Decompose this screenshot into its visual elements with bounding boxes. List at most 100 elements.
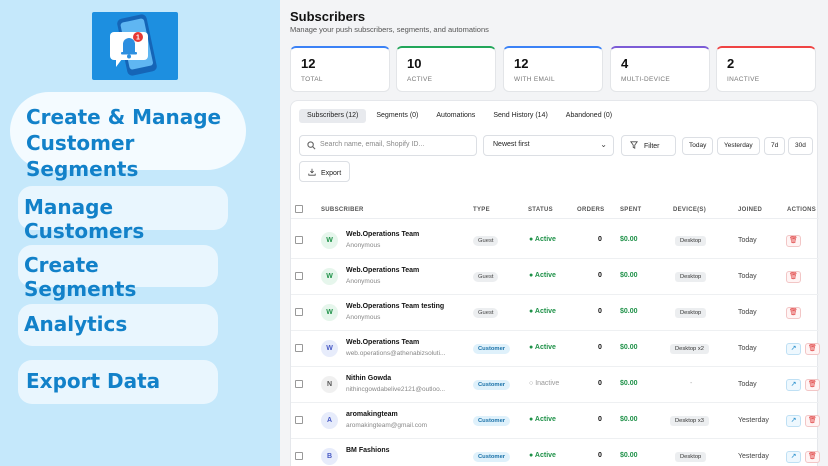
stat-active: 10 ACTIVE <box>396 46 496 92</box>
subscribers-card: Subscribers (12) Segments (0) Automation… <box>290 100 820 466</box>
joined-date: Yesterday <box>738 453 769 460</box>
range-yesterday-button[interactable]: Yesterday <box>717 137 760 155</box>
logo-badge-count: 1 <box>136 35 140 42</box>
page-title: Subscribers <box>290 9 366 24</box>
subscriber-detail: Anonymous <box>346 242 381 249</box>
delete-button[interactable]: 🗑 <box>786 235 801 247</box>
search-input[interactable]: Search name, email, Shopify ID... <box>299 135 477 156</box>
status-badge: ● Active <box>529 272 556 279</box>
status-badge: ● Active <box>529 344 556 351</box>
spent-amount: $0.00 <box>620 344 638 351</box>
row-checkbox[interactable] <box>295 344 303 352</box>
stat-value: 12 <box>301 56 316 71</box>
table-row[interactable]: W Web.Operations Team testing Anonymous … <box>291 295 819 331</box>
sort-value: Newest first <box>493 141 530 148</box>
delete-button[interactable]: 🗑 <box>805 343 820 355</box>
avatar: N <box>321 376 338 393</box>
delete-button[interactable]: 🗑 <box>805 415 820 427</box>
device-badge: Desktop <box>675 452 707 462</box>
select-all-checkbox[interactable] <box>295 205 303 213</box>
app-logo: 1 <box>92 12 178 80</box>
joined-date: Today <box>738 309 757 316</box>
promo-feature-create-segments: Create Segments <box>18 245 218 301</box>
joined-date: Today <box>738 273 757 280</box>
row-checkbox[interactable] <box>295 308 303 316</box>
stat-label: WITH EMAIL <box>514 76 555 83</box>
row-checkbox[interactable] <box>295 380 303 388</box>
open-link-button[interactable]: ↗ <box>786 379 801 391</box>
table-row[interactable]: A aromakingteam aromakingteam@gmail.com … <box>291 403 820 439</box>
spent-amount: $0.00 <box>620 308 638 315</box>
range-7d-button[interactable]: 7d <box>764 137 786 155</box>
filter-button[interactable]: Filter <box>621 135 676 156</box>
status-text: Active <box>534 344 556 351</box>
table-row[interactable]: W Web.Operations Team Anonymous Guest ● … <box>291 223 819 259</box>
delete-button[interactable]: 🗑 <box>786 271 801 283</box>
open-link-button[interactable]: ↗ <box>786 451 801 463</box>
download-icon <box>308 168 316 176</box>
tab-segments[interactable]: Segments (0) <box>368 109 426 123</box>
sort-select[interactable]: Newest first ⌄ <box>483 135 614 156</box>
tab-automations[interactable]: Automations <box>428 109 483 123</box>
col-joined: JOINED <box>738 207 763 213</box>
stat-label: TOTAL <box>301 76 323 83</box>
row-checkbox[interactable] <box>295 236 303 244</box>
joined-date: Today <box>738 237 757 244</box>
tab-send-history[interactable]: Send History (14) <box>485 109 555 123</box>
delete-button[interactable]: 🗑 <box>805 451 820 463</box>
col-actions: ACTIONS <box>787 207 817 213</box>
subscriber-name: Web.Operations Team <box>346 231 420 238</box>
subscriber-detail: Anonymous <box>346 278 381 285</box>
promo-feature-analytics: Analytics <box>18 304 218 346</box>
stats-row: 12 TOTAL 10 ACTIVE 12 WITH EMAIL 4 MULTI… <box>290 46 828 92</box>
table-row[interactable]: W Web.Operations Team web.operations@ath… <box>291 331 820 367</box>
status-badge: ● Active <box>529 308 556 315</box>
open-link-button[interactable]: ↗ <box>786 343 801 355</box>
stat-inactive: 2 INACTIVE <box>716 46 816 92</box>
type-badge: Guest <box>473 308 499 318</box>
subscriber-name: Web.Operations Team <box>346 339 420 346</box>
export-button[interactable]: Export <box>299 161 350 182</box>
subscriber-name: aromakingteam <box>346 411 398 418</box>
table-row[interactable]: B BM Fashions Customer ● Active 0 $0.00 … <box>291 439 820 466</box>
tab-subscribers[interactable]: Subscribers (12) <box>299 109 367 123</box>
delete-button[interactable]: 🗑 <box>805 379 820 391</box>
spent-amount: $0.00 <box>620 416 638 423</box>
status-text: Active <box>534 416 556 423</box>
range-today-button[interactable]: Today <box>682 137 714 155</box>
promo-feature-manage-customers: Manage Customers <box>18 186 228 243</box>
orders-count: 0 <box>598 380 602 387</box>
row-checkbox[interactable] <box>295 452 303 460</box>
search-icon <box>307 141 316 150</box>
stat-with-email: 12 WITH EMAIL <box>503 46 603 92</box>
type-badge: Customer <box>473 452 511 462</box>
joined-date: Today <box>738 381 757 388</box>
promo-panel: 1 Create & Manage Customer Segments Mana… <box>0 0 280 466</box>
range-30d-button[interactable]: 30d <box>788 137 813 155</box>
subscriber-email: web.operations@athenabizsoluti... <box>346 350 446 357</box>
stat-value: 2 <box>727 56 735 71</box>
promo-headline-line2: Customer Segments <box>26 131 139 181</box>
device-badge: Desktop x3 <box>670 416 709 426</box>
row-checkbox[interactable] <box>295 272 303 280</box>
joined-date: Yesterday <box>738 417 769 424</box>
subscriber-name: Nithin Gowda <box>346 375 392 382</box>
subscriber-detail: Anonymous <box>346 314 381 321</box>
tab-abandoned[interactable]: Abandoned (0) <box>558 109 620 123</box>
type-badge: Customer <box>473 380 511 390</box>
status-text: Inactive <box>535 380 560 387</box>
tab-bar: Subscribers (12) Segments (0) Automation… <box>299 109 620 123</box>
subscriber-name: Web.Operations Team testing <box>346 303 445 310</box>
device-badge: Desktop <box>675 308 707 318</box>
delete-button[interactable]: 🗑 <box>786 307 801 319</box>
table-row[interactable]: W Web.Operations Team Anonymous Guest ● … <box>291 259 819 295</box>
spent-amount: $0.00 <box>620 236 638 243</box>
table-row[interactable]: N Nithin Gowda nithincgowdabelive2121@ou… <box>291 367 820 403</box>
filter-label: Filter <box>643 143 660 150</box>
row-checkbox[interactable] <box>295 416 303 424</box>
open-link-button[interactable]: ↗ <box>786 415 801 427</box>
promo-headline-line1: Create & Manage <box>26 105 222 129</box>
status-badge: ● Active <box>529 452 556 459</box>
joined-date: Today <box>738 345 757 352</box>
stat-total: 12 TOTAL <box>290 46 390 92</box>
